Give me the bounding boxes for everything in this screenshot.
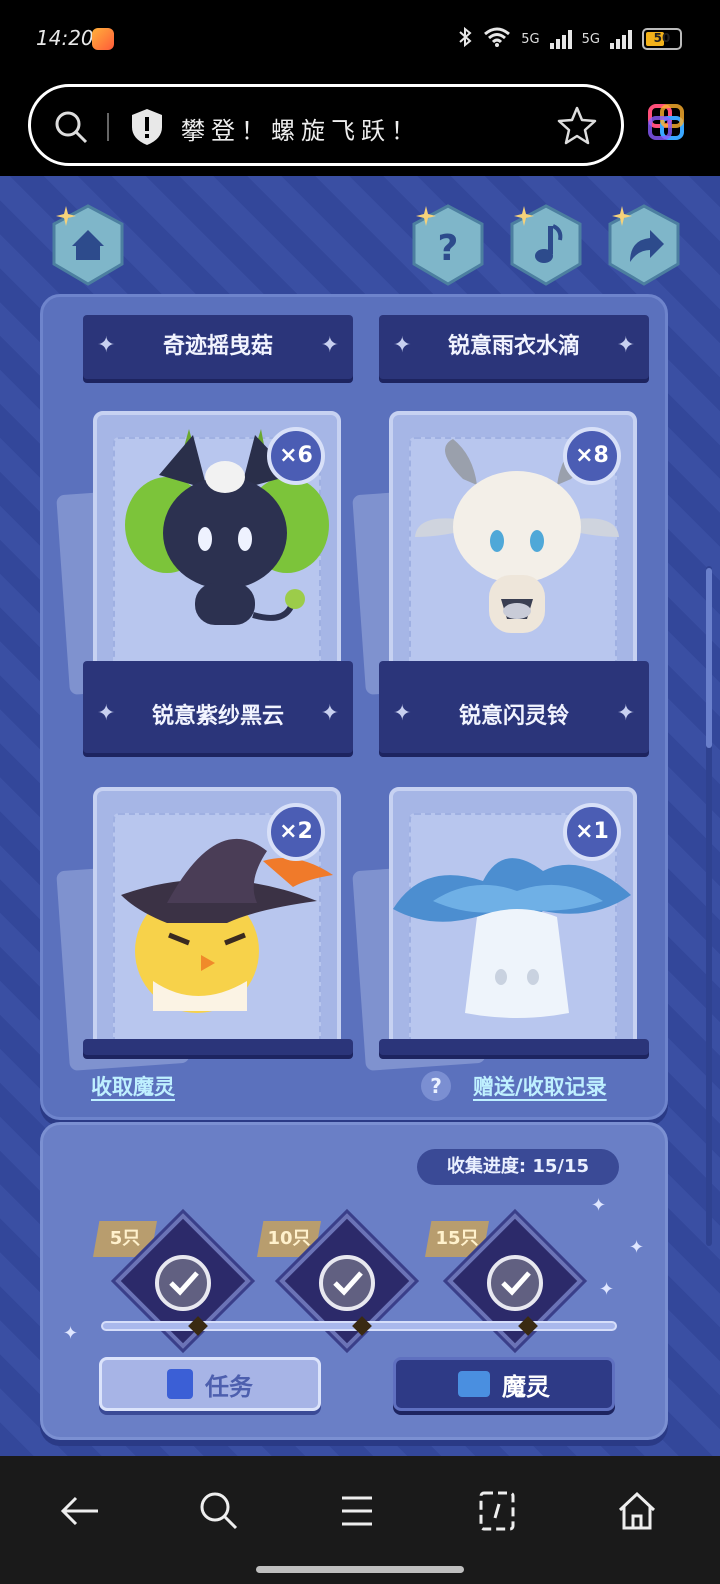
music-button[interactable] xyxy=(508,204,584,286)
browser-toolbar: 攀登！螺旋飞跃！ xyxy=(0,80,720,176)
milestone-reward[interactable]: 10只 xyxy=(257,1213,415,1351)
signal-label-1: 5G xyxy=(521,31,540,47)
sparkle-icon: ✦ xyxy=(63,1323,79,1344)
document-check-icon xyxy=(167,1369,193,1399)
help-button[interactable]: ? xyxy=(410,204,486,286)
search-icon[interactable] xyxy=(196,1488,242,1534)
home-button[interactable] xyxy=(50,204,126,286)
bookmark-star-icon[interactable] xyxy=(557,105,597,149)
shield-icon[interactable] xyxy=(129,107,165,151)
back-arrow-icon[interactable] xyxy=(58,1488,104,1534)
task-button-label: 任务 xyxy=(205,1372,253,1401)
card-face: ×1 xyxy=(389,787,637,1049)
question-icon: ? xyxy=(410,204,486,286)
game-area: ? ✦ 奇迹摇曳菇 ✦ ✦ 锐意雨衣水滴 ✦ ×6 ✦ 锐意紫纱黑云 ✦ ×8 … xyxy=(0,176,720,1456)
battery-level: 50 xyxy=(653,31,671,45)
battery-icon: 50 xyxy=(642,28,682,50)
menu-icon[interactable] xyxy=(334,1488,380,1534)
checkmark-icon xyxy=(319,1255,375,1311)
card-face: ×2 xyxy=(93,787,341,1049)
bluetooth-icon xyxy=(457,26,473,52)
help-question-icon[interactable]: ? xyxy=(421,1071,451,1101)
app-notification-icon xyxy=(92,28,114,50)
home-icon xyxy=(50,204,126,286)
wifi-icon xyxy=(483,26,511,52)
scrollbar-thumb[interactable] xyxy=(706,568,712,748)
svg-text:?: ? xyxy=(438,228,459,269)
gift-records-link[interactable]: 赠送/收取记录 xyxy=(473,1071,607,1101)
card-name-plaque xyxy=(83,1039,353,1055)
checkmark-icon xyxy=(487,1255,543,1311)
card-count-badge: ×8 xyxy=(563,427,621,485)
spirit-card[interactable]: ×8 ✦ 锐意闪灵铃 ✦ xyxy=(352,411,649,753)
card-name: 锐意紫纱黑云 xyxy=(151,704,284,729)
collect-spirit-link[interactable]: 收取魔灵 xyxy=(91,1071,175,1101)
music-note-icon xyxy=(508,204,584,286)
share-arrow-icon xyxy=(606,204,682,286)
signal-label-2: 5G xyxy=(581,31,600,47)
card-count-badge: ×6 xyxy=(267,427,325,485)
card-name-plaque xyxy=(379,1039,649,1055)
spirit-button[interactable]: 魔灵 xyxy=(393,1357,615,1411)
signal-bars-1-icon xyxy=(549,29,572,49)
sparkle-icon: ✦ xyxy=(599,1279,615,1300)
browser-logo-icon[interactable] xyxy=(646,102,686,142)
spirit-card[interactable]: ×1 xyxy=(352,787,649,1071)
card-name-plaque: ✦ 奇迹摇曳菇 ✦ xyxy=(83,315,353,379)
home-icon[interactable] xyxy=(614,1488,660,1534)
address-bar[interactable]: 攀登！螺旋飞跃！ xyxy=(28,84,624,166)
sparkle-icon: ✦ xyxy=(591,1195,607,1216)
milestone-reward[interactable]: 5只 xyxy=(93,1213,251,1351)
milestone-reward[interactable]: 15只 xyxy=(425,1213,583,1351)
checkmark-icon xyxy=(155,1255,211,1311)
spirit-button-label: 魔灵 xyxy=(502,1372,550,1401)
tabs-icon[interactable] xyxy=(474,1488,520,1534)
spirit-card[interactable]: ×2 xyxy=(56,787,353,1071)
status-bar: 14:20 5G 5G 50 xyxy=(0,0,720,80)
card-name: 锐意雨衣水滴 xyxy=(447,334,580,359)
folder-icon xyxy=(458,1371,490,1397)
collection-progress: 收集进度: 15/15 xyxy=(417,1149,619,1185)
card-name: 锐意闪灵铃 xyxy=(458,704,569,729)
share-button[interactable] xyxy=(606,204,682,286)
status-time: 14:20 xyxy=(36,26,94,50)
card-name: 奇迹摇曳菇 xyxy=(162,334,273,359)
card-count-badge: ×2 xyxy=(267,803,325,861)
address-divider xyxy=(107,113,109,141)
progress-panel: 收集进度: 15/15 5只 10只 15只 ✦ ✦ ✦ ✦ 任务 魔灵 xyxy=(40,1122,668,1440)
card-name-plaque: ✦ 锐意闪灵铃 ✦ xyxy=(379,661,649,753)
search-icon[interactable] xyxy=(53,109,89,149)
collection-panel: ✦ 奇迹摇曳菇 ✦ ✦ 锐意雨衣水滴 ✦ ×6 ✦ 锐意紫纱黑云 ✦ ×8 ✦ … xyxy=(40,294,668,1120)
spirit-card[interactable]: ×6 ✦ 锐意紫纱黑云 ✦ xyxy=(56,411,353,753)
card-name-plaque: ✦ 锐意雨衣水滴 ✦ xyxy=(379,315,649,379)
status-indicators: 5G 5G 50 xyxy=(457,26,682,52)
signal-bars-2-icon xyxy=(610,29,632,49)
card-face: ×8 xyxy=(389,411,637,673)
task-button[interactable]: 任务 xyxy=(99,1357,321,1411)
card-count-badge: ×1 xyxy=(563,803,621,861)
sparkle-icon: ✦ xyxy=(629,1237,645,1258)
page-title: 攀登！螺旋飞跃！ xyxy=(181,117,421,145)
card-name-plaque: ✦ 锐意紫纱黑云 ✦ xyxy=(83,661,353,753)
home-indicator[interactable] xyxy=(256,1566,464,1573)
bottom-navigation xyxy=(0,1456,720,1584)
card-face: ×6 xyxy=(93,411,341,673)
